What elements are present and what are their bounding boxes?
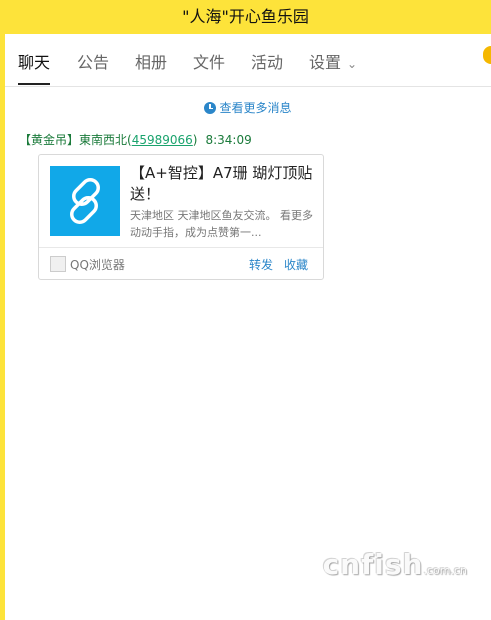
watermark-text: cnfish	[322, 548, 424, 581]
tab-bar: 聊天 公告 相册 文件 活动 设置 ⌄	[5, 34, 491, 87]
tab-album-label: 相册	[135, 53, 168, 72]
shared-link-card[interactable]: 【A+智控】A7珊 瑚灯顶贴送！ 天津地区 天津地区鱼友交流。 看更多 动动手指…	[38, 154, 324, 280]
message-time: 8:34:09	[205, 133, 252, 147]
watermark-sub: .com.cn	[423, 564, 467, 577]
forward-button[interactable]: 转发	[249, 256, 273, 273]
tab-files-label: 文件	[193, 53, 226, 72]
tab-settings[interactable]: 设置 ⌄	[309, 51, 357, 85]
clock-icon	[204, 102, 217, 114]
favorite-button[interactable]: 收藏	[284, 256, 308, 273]
card-source: QQ浏览器	[70, 258, 125, 272]
view-more-messages-label: 查看更多消息	[219, 101, 292, 115]
penguin-icon[interactable]	[483, 46, 491, 64]
tab-announcements-label: 公告	[77, 53, 110, 72]
tab-activities-label: 活动	[251, 53, 284, 72]
window-title: "人海"开心鱼乐园	[0, 0, 491, 34]
link-icon	[50, 166, 120, 236]
card-description: 天津地区 天津地区鱼友交流。 看更多 动动手指，成为点赞第一...	[130, 209, 313, 239]
tab-album[interactable]: 相册	[135, 51, 167, 85]
chevron-down-icon: ⌄	[347, 57, 358, 71]
tab-settings-label: 设置	[309, 53, 342, 72]
card-title[interactable]: 【A+智控】A7珊 瑚灯顶贴送！	[130, 163, 316, 205]
tab-activities[interactable]: 活动	[251, 51, 283, 85]
sender-nickname[interactable]: 東南西北	[79, 133, 127, 147]
card-footer: QQ浏览器 转发 收藏	[39, 247, 323, 280]
message-sender-line: 【黄金吊】東南西北(45989066) 8:34:09	[19, 133, 252, 147]
tab-announcements[interactable]: 公告	[77, 51, 109, 85]
tab-chat-label: 聊天	[18, 53, 51, 72]
tab-chat[interactable]: 聊天	[18, 51, 51, 85]
view-more-messages-link[interactable]: 查看更多消息	[5, 99, 491, 116]
browser-icon	[50, 256, 66, 272]
chat-panel: 聊天 公告 相册 文件 活动 设置 ⌄ 查看更多消息 【黄金吊】東南西北(4598…	[5, 34, 491, 620]
sender-rank: 【黄金吊】	[19, 133, 80, 147]
watermark-logo: cnfish.com.cn	[323, 548, 467, 581]
tab-files[interactable]: 文件	[193, 51, 225, 85]
sender-qq-number[interactable]: 45989066	[132, 133, 193, 147]
